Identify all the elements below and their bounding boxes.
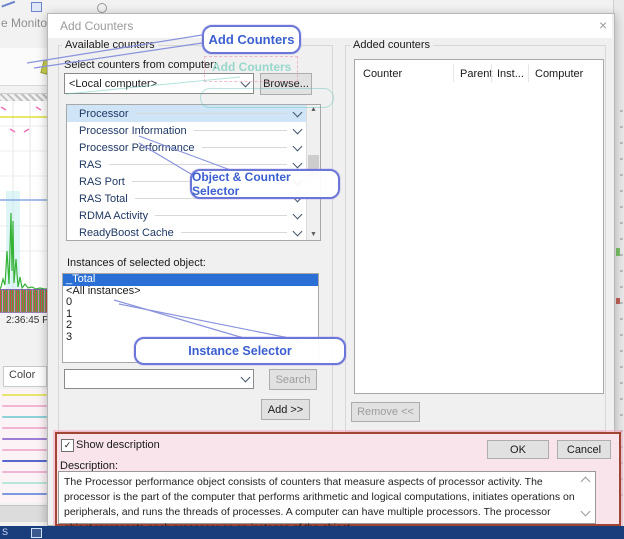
remove-button[interactable]: Remove << [351, 402, 420, 422]
ghost-annotation-outline [200, 88, 334, 108]
graph-time-label: 2:36:45 PM [6, 315, 47, 326]
instance-item[interactable]: 0 [63, 297, 318, 309]
ghost-add-counters-text: Add Counters [212, 60, 291, 74]
header-separator [453, 64, 454, 82]
available-counters-label: Available counters [62, 39, 158, 51]
header-separator [491, 64, 492, 82]
instance-item[interactable]: 2 [63, 320, 318, 332]
instances-label: Instances of selected object: [67, 257, 206, 269]
delete-counter-icon[interactable] [22, 59, 38, 73]
edge-red-fleck [616, 298, 620, 304]
expand-chevron-icon[interactable] [293, 226, 303, 236]
column-header-computer[interactable]: Computer [535, 68, 583, 80]
legend-row[interactable] [0, 422, 47, 433]
counter-item[interactable]: Processor Performance [67, 139, 307, 156]
dialog-titlebar[interactable]: Add Counters × [48, 14, 612, 38]
expand-chevron-icon[interactable] [293, 141, 303, 151]
select-computer-label: Select counters from computer: [64, 59, 217, 71]
graph-noise-band [0, 289, 47, 312]
expand-chevron-icon[interactable] [293, 107, 303, 117]
column-header-parent[interactable]: Parent [460, 68, 492, 80]
edge-green-fleck [616, 248, 620, 256]
scroll-down-icon[interactable]: ▼ [307, 230, 320, 240]
counter-item[interactable]: ReadyBoost Cache [67, 224, 307, 240]
instance-item-total[interactable]: _Total [63, 274, 318, 286]
instance-search-combo[interactable] [64, 369, 254, 389]
legend-row[interactable] [0, 444, 47, 455]
legend-row[interactable] [0, 455, 47, 466]
legend-row[interactable] [0, 488, 47, 499]
added-counters-listbox[interactable]: Counter Parent Inst... Computer [354, 59, 604, 394]
expand-chevron-icon[interactable] [293, 209, 303, 219]
desc-scroll-up-icon[interactable] [581, 477, 591, 487]
legend-row[interactable] [0, 400, 47, 411]
taskbar-text-fragment: S [2, 527, 8, 537]
counter-item[interactable]: Processor Information [67, 122, 307, 139]
description-highlight-rect: ✓ Show description OK Cancel Description… [55, 432, 621, 526]
chevron-down-icon[interactable] [241, 373, 251, 383]
column-header-instance[interactable]: Inst... [497, 68, 524, 80]
search-button[interactable]: Search [269, 369, 317, 390]
callout-add-counters: Add Counters [202, 25, 301, 54]
background-toolbar [0, 48, 47, 86]
column-header-counter[interactable]: Counter [363, 68, 402, 80]
callout-object-counter-selector: Object & Counter Selector [190, 169, 340, 199]
desc-scroll-down-icon[interactable] [581, 507, 591, 517]
background-toolbar-glyph [1, 1, 16, 11]
legend-row[interactable] [0, 477, 47, 488]
legend-row[interactable] [0, 411, 47, 422]
header-separator [528, 64, 529, 82]
performance-graph [0, 101, 47, 313]
legend-scrollbar[interactable] [0, 505, 47, 522]
window-title-fragment: e Monitor [1, 16, 47, 30]
show-description-checkbox[interactable]: ✓ [61, 439, 74, 452]
dialog-title: Add Counters [60, 19, 133, 33]
ok-button[interactable]: OK [487, 440, 549, 459]
cancel-button[interactable]: Cancel [557, 440, 611, 459]
pin-icon [97, 3, 107, 13]
added-counters-label: Added counters [350, 39, 433, 51]
taskbar-app-icon[interactable] [31, 528, 42, 538]
taskbar[interactable]: S [0, 526, 624, 539]
legend-rows [0, 389, 47, 503]
close-icon[interactable]: × [599, 18, 607, 32]
add-button[interactable]: Add >> [261, 399, 310, 420]
description-text: The Processor performance object consist… [64, 476, 575, 534]
add-counter-icon[interactable] [3, 59, 16, 72]
counter-item[interactable]: RDMA Activity [67, 207, 307, 224]
legend-row[interactable] [0, 433, 47, 444]
background-toolbar-icon [31, 2, 42, 12]
instance-item[interactable]: <All instances> [63, 286, 318, 298]
screenshot-root: e Monitor 2:36:45 PM Color [0, 0, 624, 539]
show-description-label: Show description [76, 439, 160, 451]
legend-color-header[interactable]: Color [3, 366, 47, 387]
legend-row[interactable] [0, 389, 47, 400]
expand-chevron-icon[interactable] [293, 158, 303, 168]
instance-item[interactable]: 1 [63, 309, 318, 321]
legend-row[interactable] [0, 466, 47, 477]
expand-chevron-icon[interactable] [293, 124, 303, 134]
description-textbox[interactable]: The Processor performance object consist… [58, 471, 596, 524]
callout-instance-selector: Instance Selector [134, 337, 346, 365]
